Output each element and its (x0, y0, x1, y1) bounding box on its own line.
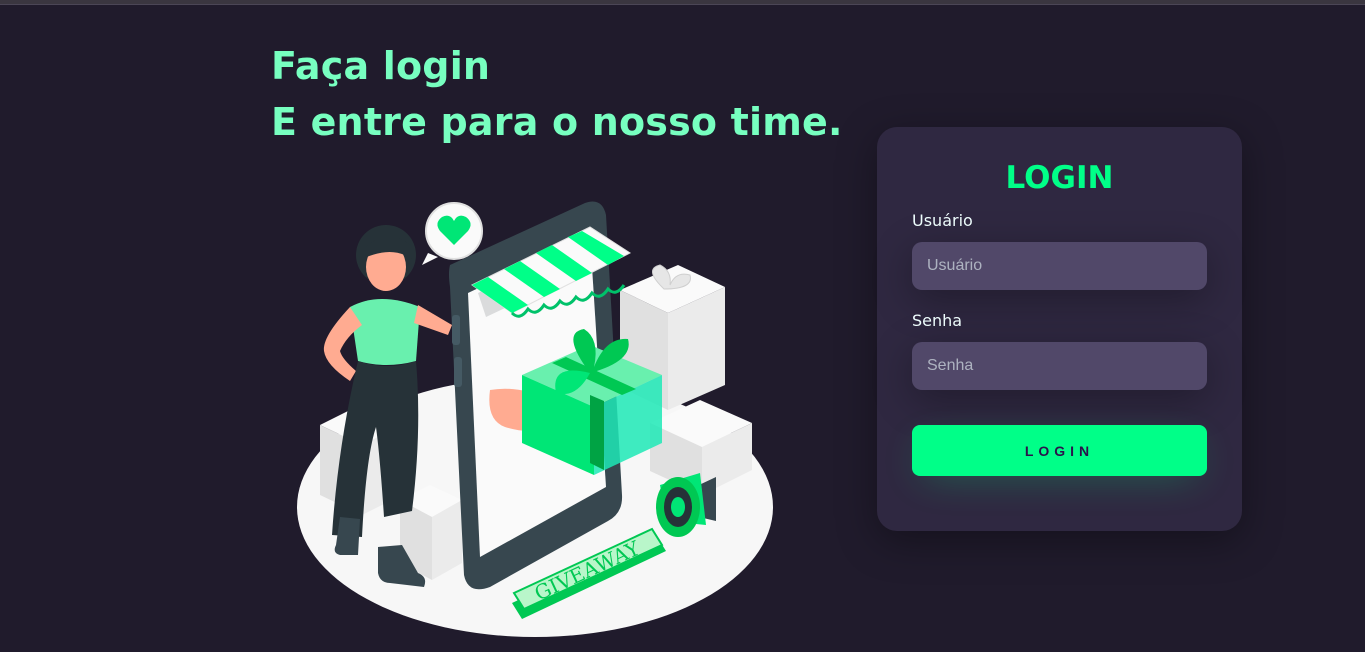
page-headline: Faça login E entre para o nosso time. (271, 38, 843, 150)
giveaway-illustration: GIVEAWAY (297, 201, 773, 637)
password-input[interactable] (912, 342, 1207, 390)
login-card: LOGIN Usuário Senha LOGIN (877, 127, 1242, 531)
login-button[interactable]: LOGIN (912, 425, 1207, 476)
username-label: Usuário (912, 211, 973, 230)
login-title: LOGIN (1005, 160, 1114, 196)
headline-line-2: E entre para o nosso time. (271, 100, 843, 144)
username-input[interactable] (912, 242, 1207, 290)
headline-line-1: Faça login (271, 44, 491, 88)
browser-top-edge (0, 0, 1365, 5)
password-label: Senha (912, 311, 963, 330)
